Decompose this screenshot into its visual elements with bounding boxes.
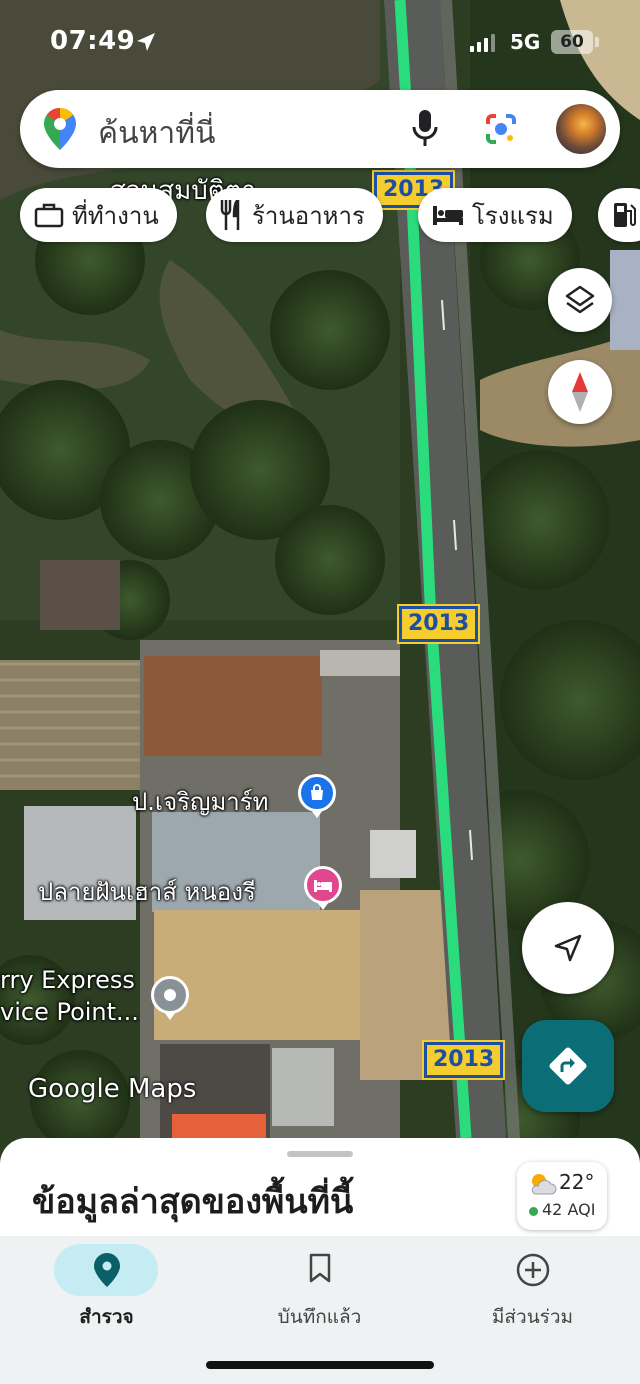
- hotel-bed-icon: [433, 206, 463, 225]
- avatar[interactable]: [556, 104, 606, 154]
- weather-card[interactable]: 22° 42 AQI: [517, 1162, 607, 1230]
- poi-label-line1: rry Express: [0, 966, 135, 994]
- search-bar[interactable]: ค้นหาที่นี่: [20, 90, 620, 168]
- directions-icon: [549, 1047, 587, 1085]
- explore-bottom-sheet[interactable]: ข้อมูลล่าสุดของพื้นที่นี้ 22° 42 AQI: [0, 1138, 640, 1238]
- battery-tip: [595, 37, 599, 47]
- poi-label-express-service-point[interactable]: rry Express vice Point...: [0, 964, 139, 1028]
- add-circle-icon: [516, 1253, 549, 1287]
- chip-work[interactable]: ที่ทำงาน: [20, 188, 177, 242]
- nav-label-explore: สำรวจ: [79, 1306, 134, 1328]
- layers-icon: [565, 285, 595, 314]
- sheet-title: ข้อมูลล่าสุดของพื้นที่นี้: [32, 1182, 354, 1222]
- chip-label: ที่ทำงาน: [72, 201, 159, 230]
- air-quality-index: 42 AQI: [542, 1200, 596, 1219]
- my-location-button[interactable]: [522, 902, 614, 994]
- poi-label-charoen-mart[interactable]: ป.เจริญมาร์ท: [132, 782, 268, 821]
- battery-indicator: 60: [551, 30, 593, 54]
- place-dot-icon[interactable]: [151, 976, 189, 1014]
- cellular-signal-icon: [470, 34, 495, 52]
- route-shield-middle: 2013: [396, 604, 481, 644]
- bookmark-icon: [309, 1253, 330, 1283]
- microphone-icon[interactable]: [412, 110, 438, 148]
- hotel-bed-icon[interactable]: [304, 866, 342, 904]
- briefcase-icon: [34, 203, 64, 228]
- sheet-drag-handle[interactable]: [287, 1151, 353, 1157]
- nav-label-contribute: มีส่วนร่วม: [491, 1306, 574, 1328]
- aqi-status-dot: [529, 1207, 538, 1216]
- route-shield-bottom: 2013: [421, 1040, 506, 1080]
- status-time: 07:49: [50, 26, 136, 56]
- google-maps-watermark: Google Maps: [28, 1074, 197, 1104]
- temperature: 22°: [559, 1170, 595, 1194]
- nav-tab-explore[interactable]: สำรวจ: [0, 1236, 213, 1346]
- google-lens-icon[interactable]: [484, 112, 518, 146]
- gas-station-icon: [614, 203, 636, 227]
- compass-button[interactable]: [548, 360, 612, 424]
- directions-button[interactable]: [522, 1020, 614, 1112]
- layers-button[interactable]: [548, 268, 612, 332]
- explore-pin-icon: [93, 1253, 120, 1287]
- google-maps-pin-icon: [44, 108, 76, 150]
- partly-cloudy-icon: [531, 1174, 557, 1195]
- poi-label-plai-fun-house[interactable]: ปลายฝันเฮาส์ หนองรี: [38, 872, 256, 911]
- nav-label-saved: บันทึกแล้ว: [277, 1306, 362, 1328]
- home-indicator[interactable]: [206, 1361, 434, 1369]
- location-arrow-icon: [137, 33, 155, 51]
- nav-tab-saved[interactable]: บันทึกแล้ว: [213, 1236, 426, 1346]
- chip-restaurants[interactable]: ร้านอาหาร: [206, 188, 383, 242]
- restaurant-icon: [220, 200, 240, 230]
- search-input[interactable]: ค้นหาที่นี่: [98, 110, 215, 157]
- status-bar: 07:49 5G 60: [0, 0, 640, 84]
- compass-icon: [572, 372, 588, 412]
- poi-label-line2: vice Point...: [0, 998, 139, 1026]
- chip-label: ร้านอาหาร: [252, 201, 365, 230]
- chip-hotels[interactable]: โรงแรม: [418, 188, 572, 242]
- nav-tab-contribute[interactable]: มีส่วนร่วม: [426, 1236, 639, 1346]
- chip-label: โรงแรม: [472, 201, 554, 230]
- shopping-bag-icon[interactable]: [298, 774, 336, 812]
- network-type: 5G: [510, 30, 541, 54]
- navigation-arrow-icon: [554, 934, 582, 962]
